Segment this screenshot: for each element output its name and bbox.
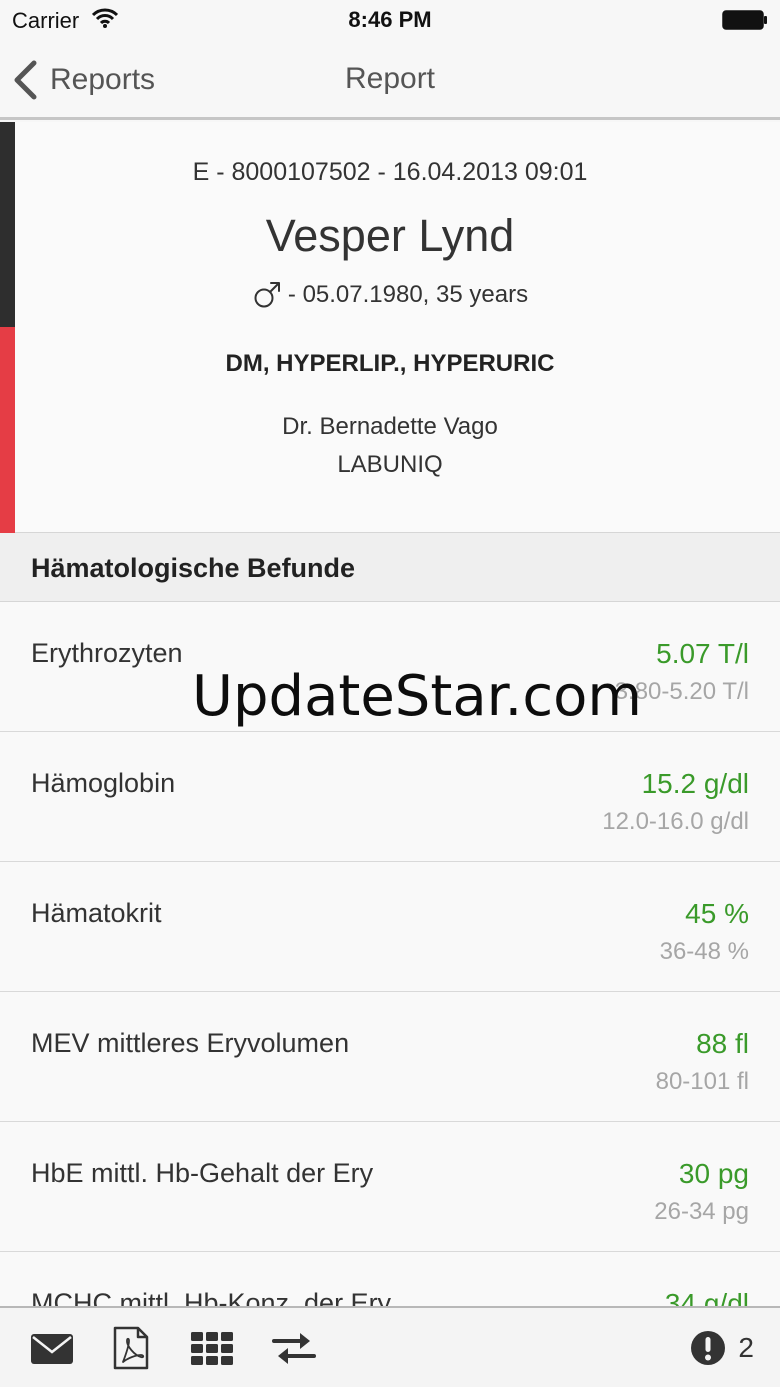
- swap-arrows-icon[interactable]: [272, 1326, 316, 1370]
- result-name: Hämoglobin: [31, 768, 176, 798]
- result-name: Erythrozyten: [31, 638, 183, 668]
- watermark: UpdateStar.com: [192, 664, 642, 729]
- result-row[interactable]: MEV mittleres Eryvolumen 88 fl 80-101 fl: [0, 992, 780, 1122]
- result-name: MEV mittleres Eryvolumen: [31, 1028, 350, 1058]
- result-reference-range: 26-34 pg: [654, 1198, 749, 1225]
- grid-icon[interactable]: [190, 1326, 234, 1370]
- alert-count: 2: [738, 1332, 754, 1363]
- result-name: MCHC mittl. Hb-Konz. der Ery: [31, 1288, 392, 1306]
- report-id: E - 8000107502 - 16.04.2013 09:01: [192, 158, 588, 186]
- navigation-bar: Reports Report: [0, 40, 780, 120]
- status-bar: Carrier 8:46 PM: [0, 0, 780, 40]
- result-row[interactable]: Hämatokrit 45 % 36-48 %: [0, 862, 780, 992]
- clock: 8:46 PM: [348, 7, 432, 32]
- result-value: 15.2 g/dl: [641, 768, 749, 799]
- report-header: E - 8000107502 - 16.04.2013 09:01 Vesper…: [0, 122, 780, 533]
- patient-name: Vesper Lynd: [265, 210, 515, 261]
- mail-icon[interactable]: [30, 1326, 74, 1370]
- lab-name: LABUNIQ: [337, 451, 443, 478]
- doctor-name: Dr. Bernadette Vago: [282, 413, 498, 440]
- result-reference-range: 80-101 fl: [655, 1068, 749, 1095]
- result-reference-range: 12.0-16.0 g/dl: [602, 808, 749, 835]
- patient-birth-info: - 05.07.1980, 35 years: [0, 280, 780, 310]
- result-value: 5.07 T/l: [656, 638, 749, 669]
- result-name: Hämatokrit: [31, 898, 162, 928]
- bottom-toolbar: 2: [0, 1306, 780, 1387]
- result-name: HbE mittl. Hb-Gehalt der Ery: [31, 1158, 374, 1188]
- page-title: Report: [344, 62, 436, 95]
- pdf-icon[interactable]: [112, 1326, 150, 1370]
- section-header: Hämatologische Befunde: [0, 533, 780, 602]
- result-row[interactable]: MCHC mittl. Hb-Konz. der Ery 34 g/dl: [0, 1252, 780, 1306]
- birth-info-text: - 05.07.1980, 35 years: [287, 281, 529, 308]
- diagnoses: DM, HYPERLIP., HYPERURIC: [225, 350, 555, 377]
- alerts-button[interactable]: 2: [690, 1330, 754, 1366]
- exclamation-circle-icon: [691, 1331, 726, 1365]
- result-row[interactable]: HbE mittl. Hb-Gehalt der Ery 30 pg 26-34…: [0, 1122, 780, 1252]
- result-value: 30 pg: [678, 1158, 749, 1189]
- result-value: 34 g/dl: [664, 1288, 749, 1306]
- section-title: Hämatologische Befunde: [31, 553, 356, 583]
- male-icon: [254, 282, 280, 308]
- result-value: 45 %: [685, 898, 749, 929]
- result-reference-range: 36-48 %: [659, 938, 749, 965]
- result-value: 88 fl: [696, 1028, 749, 1059]
- result-row[interactable]: Hämoglobin 15.2 g/dl 12.0-16.0 g/dl: [0, 732, 780, 862]
- battery-icon: [722, 10, 767, 30]
